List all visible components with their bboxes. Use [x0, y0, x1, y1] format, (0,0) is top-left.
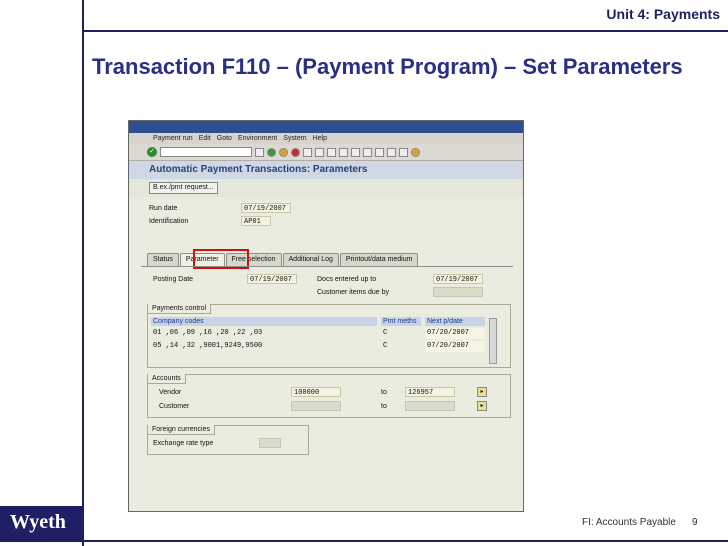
- row-2-next-pdate[interactable]: 07/20/2007: [425, 341, 485, 352]
- application-toolbar: B.ex./pmt request...: [129, 179, 523, 197]
- run-date-field[interactable]: 07/19/2007: [241, 203, 291, 213]
- command-field[interactable]: [160, 147, 252, 157]
- payments-control-title: Payments control: [148, 304, 212, 314]
- multiple-selection-icon[interactable]: ▸: [477, 387, 487, 397]
- tab-status[interactable]: Status: [147, 253, 179, 266]
- exchange-rate-field[interactable]: [259, 438, 281, 448]
- screen-title: Automatic Payment Transactions: Paramete…: [129, 161, 523, 179]
- slide-top-rule: [84, 30, 728, 32]
- print-icon[interactable]: [303, 147, 312, 157]
- wyeth-logo: Wyeth: [10, 511, 66, 533]
- arrow-selection-icon[interactable]: ▸: [477, 401, 487, 411]
- slide-left-rule: [82, 0, 84, 546]
- accounts-title: Accounts: [148, 374, 186, 384]
- customer-to-label: to: [381, 403, 387, 410]
- vendor-to-field[interactable]: 126957: [405, 387, 455, 397]
- menu-environment[interactable]: Environment: [238, 135, 277, 142]
- row-1-company-codes[interactable]: 01 ,06 ,09 ,16 ,20 ,22 ,03: [151, 328, 377, 339]
- col-company-codes: Company codes: [151, 317, 377, 326]
- last-page-icon[interactable]: [375, 147, 384, 157]
- customer-from-field[interactable]: [291, 401, 341, 411]
- identification-label: Identification: [149, 218, 189, 225]
- menu-edit[interactable]: Edit: [199, 135, 211, 142]
- sap-titlebar: [129, 121, 523, 133]
- menu-payment-run[interactable]: Payment run: [153, 135, 193, 142]
- row-2-pmt-meths[interactable]: C: [381, 341, 421, 352]
- col-pmt-meths: Pmt meths: [381, 317, 421, 326]
- new-session-icon[interactable]: [387, 147, 396, 157]
- identification-field[interactable]: AP01: [241, 216, 271, 226]
- sap-toolbar: ✓: [129, 144, 523, 161]
- sap-content: Run date 07/19/2007 Identification AP01 …: [129, 197, 523, 511]
- customer-label: Customer: [159, 403, 190, 410]
- save-icon[interactable]: [255, 147, 264, 157]
- shortcut-icon[interactable]: [399, 147, 408, 157]
- pmt-request-button[interactable]: B.ex./pmt request...: [149, 182, 218, 194]
- find-next-icon[interactable]: [327, 147, 336, 157]
- next-page-icon[interactable]: [363, 147, 372, 157]
- find-icon[interactable]: [315, 147, 324, 157]
- menu-system[interactable]: System: [283, 135, 306, 142]
- previous-page-icon[interactable]: [351, 147, 360, 157]
- sap-menubar: Payment run Edit Goto Environment System…: [129, 133, 523, 144]
- vendor-label: Vendor: [159, 389, 182, 396]
- back-icon[interactable]: [267, 147, 276, 157]
- docs-entered-label: Docs entered up to: [317, 276, 377, 283]
- row-1-pmt-meths[interactable]: C: [381, 328, 421, 339]
- customer-to-field[interactable]: [405, 401, 455, 411]
- row-1-next-pdate[interactable]: 07/20/2007: [425, 328, 485, 339]
- foreign-currencies-title: Foreign currencies: [148, 425, 215, 435]
- sap-window: Payment run Edit Goto Environment System…: [128, 120, 524, 512]
- vendor-from-field[interactable]: 100000: [291, 387, 341, 397]
- slide-left-margin: [0, 0, 82, 546]
- enter-check-icon[interactable]: ✓: [147, 147, 157, 157]
- first-page-icon[interactable]: [339, 147, 348, 157]
- customer-items-field[interactable]: [433, 287, 483, 297]
- help-icon[interactable]: [411, 147, 420, 157]
- run-date-label: Run date: [149, 205, 178, 212]
- docs-entered-field[interactable]: 07/19/2007: [433, 274, 483, 284]
- table-scrollbar[interactable]: [489, 318, 497, 364]
- row-2-company-codes[interactable]: 05 ,14 ,32 ,9001,9249,9500: [151, 341, 377, 352]
- tab-printout[interactable]: Printout/data medium: [339, 253, 419, 266]
- footer-text: FI: Accounts Payable: [582, 517, 676, 528]
- menu-help[interactable]: Help: [313, 135, 327, 142]
- vendor-to-label: to: [381, 389, 387, 396]
- posting-date-field[interactable]: 07/19/2007: [247, 274, 297, 284]
- col-next-pdate: Next p/date: [425, 317, 485, 326]
- slide-title: Transaction F110 – (Payment Program) – S…: [92, 54, 683, 79]
- slide-bottom-rule: [84, 540, 728, 542]
- exchange-rate-label: Exchange rate type: [153, 440, 214, 447]
- menu-goto[interactable]: Goto: [217, 135, 232, 142]
- tab-additional-log[interactable]: Additional Log: [282, 253, 339, 266]
- unit-title: Unit 4: Payments: [606, 6, 720, 22]
- exit-icon[interactable]: [279, 147, 288, 157]
- posting-date-label: Posting Date: [153, 276, 194, 283]
- cancel-icon[interactable]: [291, 147, 300, 157]
- customer-items-label: Customer items due by: [317, 289, 389, 296]
- page-number: 9: [692, 517, 698, 528]
- tab-strip: Status Parameter Free selection Addition…: [147, 253, 419, 266]
